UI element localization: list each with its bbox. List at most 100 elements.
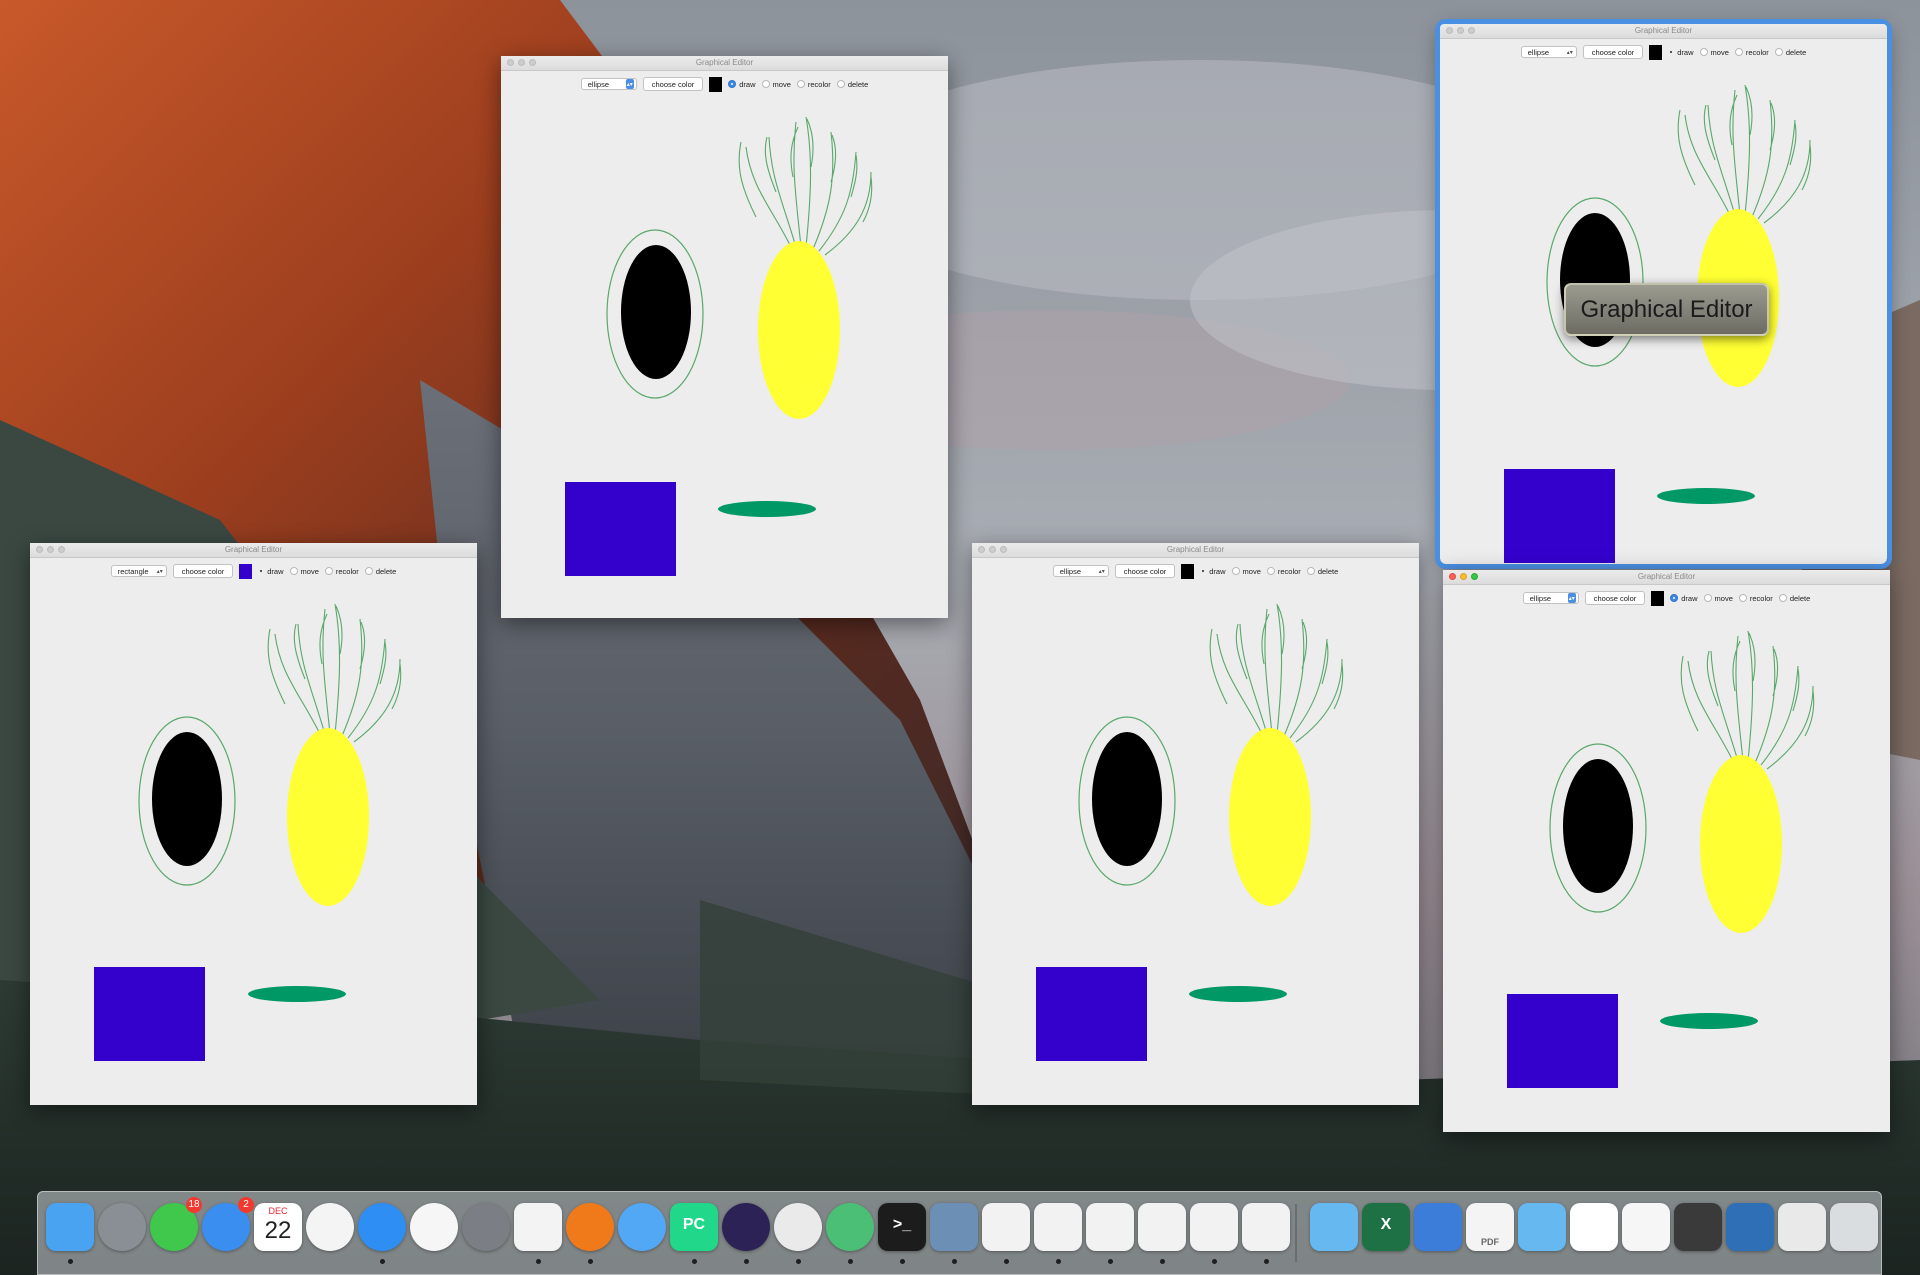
zoom-button[interactable] bbox=[1000, 546, 1007, 553]
running-indicator bbox=[796, 1259, 801, 1264]
facetime-icon[interactable]: 18 bbox=[150, 1197, 202, 1255]
image-stack-icon[interactable] bbox=[1674, 1203, 1722, 1255]
radio-delete[interactable]: delete bbox=[1774, 48, 1806, 57]
radio-delete[interactable]: delete bbox=[1306, 567, 1338, 576]
finder-icon[interactable] bbox=[46, 1203, 94, 1264]
radio-draw[interactable]: draw bbox=[258, 567, 284, 576]
messages-icon-image bbox=[618, 1203, 666, 1251]
itunes-icon[interactable] bbox=[410, 1203, 458, 1255]
drawing-canvas[interactable] bbox=[30, 584, 477, 1105]
editor-window-middle-right[interactable]: Graphical Editor ellipse ▴▾ choose color… bbox=[972, 543, 1419, 1105]
choose-color-button[interactable]: choose color bbox=[642, 77, 704, 91]
radio-delete[interactable]: delete bbox=[1778, 594, 1810, 603]
close-button[interactable] bbox=[978, 546, 985, 553]
window-titlebar[interactable]: Graphical Editor bbox=[1440, 24, 1887, 39]
minimize-button[interactable] bbox=[989, 546, 996, 553]
radio-move[interactable]: move bbox=[1703, 594, 1733, 603]
folder-icon[interactable] bbox=[1518, 1203, 1566, 1255]
java-app-icon[interactable] bbox=[1086, 1203, 1134, 1264]
close-button[interactable] bbox=[507, 59, 514, 66]
minimize-button[interactable] bbox=[1460, 573, 1467, 580]
black-ellipse bbox=[621, 245, 691, 379]
drawing-canvas[interactable] bbox=[972, 584, 1419, 1105]
green-ellipse bbox=[248, 986, 346, 1002]
app-store-icon[interactable]: 2 bbox=[202, 1197, 254, 1255]
window-titlebar[interactable]: Graphical Editor bbox=[972, 543, 1419, 558]
shape-select[interactable]: ellipse ▴▾ bbox=[1052, 565, 1109, 577]
messages-icon[interactable] bbox=[618, 1203, 666, 1255]
excel-icon[interactable]: X bbox=[1362, 1203, 1410, 1255]
window-thumbnail-icon[interactable] bbox=[1778, 1203, 1826, 1255]
textedit-icon[interactable] bbox=[514, 1203, 562, 1264]
editor-window-left[interactable]: Graphical Editor rectangle ▴▾ choose col… bbox=[30, 543, 477, 1105]
window-titlebar[interactable]: Graphical Editor bbox=[501, 56, 948, 71]
radio-recolor[interactable]: recolor bbox=[1738, 594, 1773, 603]
radio-draw[interactable]: draw bbox=[728, 80, 756, 89]
zoom-button[interactable] bbox=[529, 59, 536, 66]
phone-screenshot-icon[interactable] bbox=[1726, 1203, 1774, 1255]
choose-color-button[interactable]: choose color bbox=[1582, 45, 1644, 59]
radio-move[interactable]: move bbox=[761, 80, 791, 89]
drawing-canvas[interactable] bbox=[501, 97, 948, 618]
java-app-icon[interactable] bbox=[982, 1203, 1030, 1264]
choose-color-button[interactable]: choose color bbox=[1584, 591, 1646, 605]
radio-recolor[interactable]: recolor bbox=[1266, 567, 1301, 576]
trash-icon[interactable] bbox=[1830, 1203, 1878, 1255]
shape-select[interactable]: ellipse ▴▾ bbox=[1522, 592, 1579, 604]
editor-window-top-center[interactable]: Graphical Editor ellipse ▴▾ choose color… bbox=[501, 56, 948, 618]
minimize-button[interactable] bbox=[518, 59, 525, 66]
pycharm-icon[interactable]: PC bbox=[670, 1203, 718, 1264]
choose-color-button[interactable]: choose color bbox=[1114, 564, 1176, 578]
radio-draw[interactable]: draw bbox=[1200, 567, 1226, 576]
shape-select[interactable]: ellipse ▴▾ bbox=[580, 78, 637, 90]
radio-recolor[interactable]: recolor bbox=[324, 567, 359, 576]
pdf-document-icon[interactable]: PDF bbox=[1466, 1203, 1514, 1255]
shape-select[interactable]: rectangle ▴▾ bbox=[110, 565, 167, 577]
radio-move[interactable]: move bbox=[289, 567, 319, 576]
minimize-button[interactable] bbox=[47, 546, 54, 553]
window-titlebar[interactable]: Graphical Editor bbox=[1443, 570, 1890, 585]
zoom-button[interactable] bbox=[1471, 573, 1478, 580]
radio-draw[interactable]: draw bbox=[1668, 48, 1694, 57]
editor-window-bottom-right[interactable]: Graphical Editor ellipse ▴▾ choose color… bbox=[1443, 570, 1890, 1132]
document-thumbnail-icon[interactable] bbox=[1622, 1203, 1670, 1255]
zoom-button[interactable] bbox=[58, 546, 65, 553]
photos-icon[interactable] bbox=[306, 1203, 354, 1255]
drawing-canvas[interactable] bbox=[1443, 611, 1890, 1132]
radio-draw[interactable]: draw bbox=[1670, 594, 1698, 603]
system-preferences-icon[interactable] bbox=[462, 1203, 510, 1255]
firefox-icon[interactable] bbox=[566, 1203, 614, 1264]
close-button[interactable] bbox=[36, 546, 43, 553]
radio-delete[interactable]: delete bbox=[364, 567, 396, 576]
radio-recolor[interactable]: recolor bbox=[1734, 48, 1769, 57]
minimize-button[interactable] bbox=[1457, 27, 1464, 34]
folder-icon[interactable] bbox=[1310, 1203, 1358, 1255]
java-app-icon[interactable] bbox=[1190, 1203, 1238, 1264]
close-button[interactable] bbox=[1446, 27, 1453, 34]
launchpad-icon[interactable] bbox=[98, 1203, 146, 1255]
chrome-icon[interactable] bbox=[774, 1203, 822, 1264]
radio-delete[interactable]: delete bbox=[836, 80, 868, 89]
radio-recolor[interactable]: recolor bbox=[796, 80, 831, 89]
radio-move[interactable]: move bbox=[1231, 567, 1261, 576]
choose-color-button[interactable]: choose color bbox=[172, 564, 234, 578]
radio-icon bbox=[324, 567, 333, 575]
safari-icon[interactable] bbox=[358, 1203, 406, 1264]
preview-icon[interactable] bbox=[930, 1203, 978, 1264]
radio-move[interactable]: move bbox=[1699, 48, 1729, 57]
java-app-icon[interactable] bbox=[1034, 1203, 1082, 1264]
window-titlebar[interactable]: Graphical Editor bbox=[30, 543, 477, 558]
eclipse-icon[interactable] bbox=[722, 1203, 770, 1264]
shape-select[interactable]: ellipse ▴▾ bbox=[1520, 46, 1577, 58]
java-app-icon[interactable] bbox=[1138, 1203, 1186, 1264]
atom-icon[interactable] bbox=[826, 1203, 874, 1264]
terminal-icon[interactable]: >_ bbox=[878, 1203, 926, 1264]
calendar-icon[interactable]: DEC 22 bbox=[254, 1203, 302, 1255]
close-button[interactable] bbox=[1449, 573, 1456, 580]
dock-icon-label: >_ bbox=[892, 1216, 912, 1233]
java-app-icon[interactable] bbox=[1242, 1203, 1290, 1264]
zoom-button[interactable] bbox=[1468, 27, 1475, 34]
radio-icon bbox=[1231, 567, 1240, 575]
document-thumbnail-icon[interactable] bbox=[1570, 1203, 1618, 1255]
keynote-icon[interactable] bbox=[1414, 1203, 1462, 1255]
